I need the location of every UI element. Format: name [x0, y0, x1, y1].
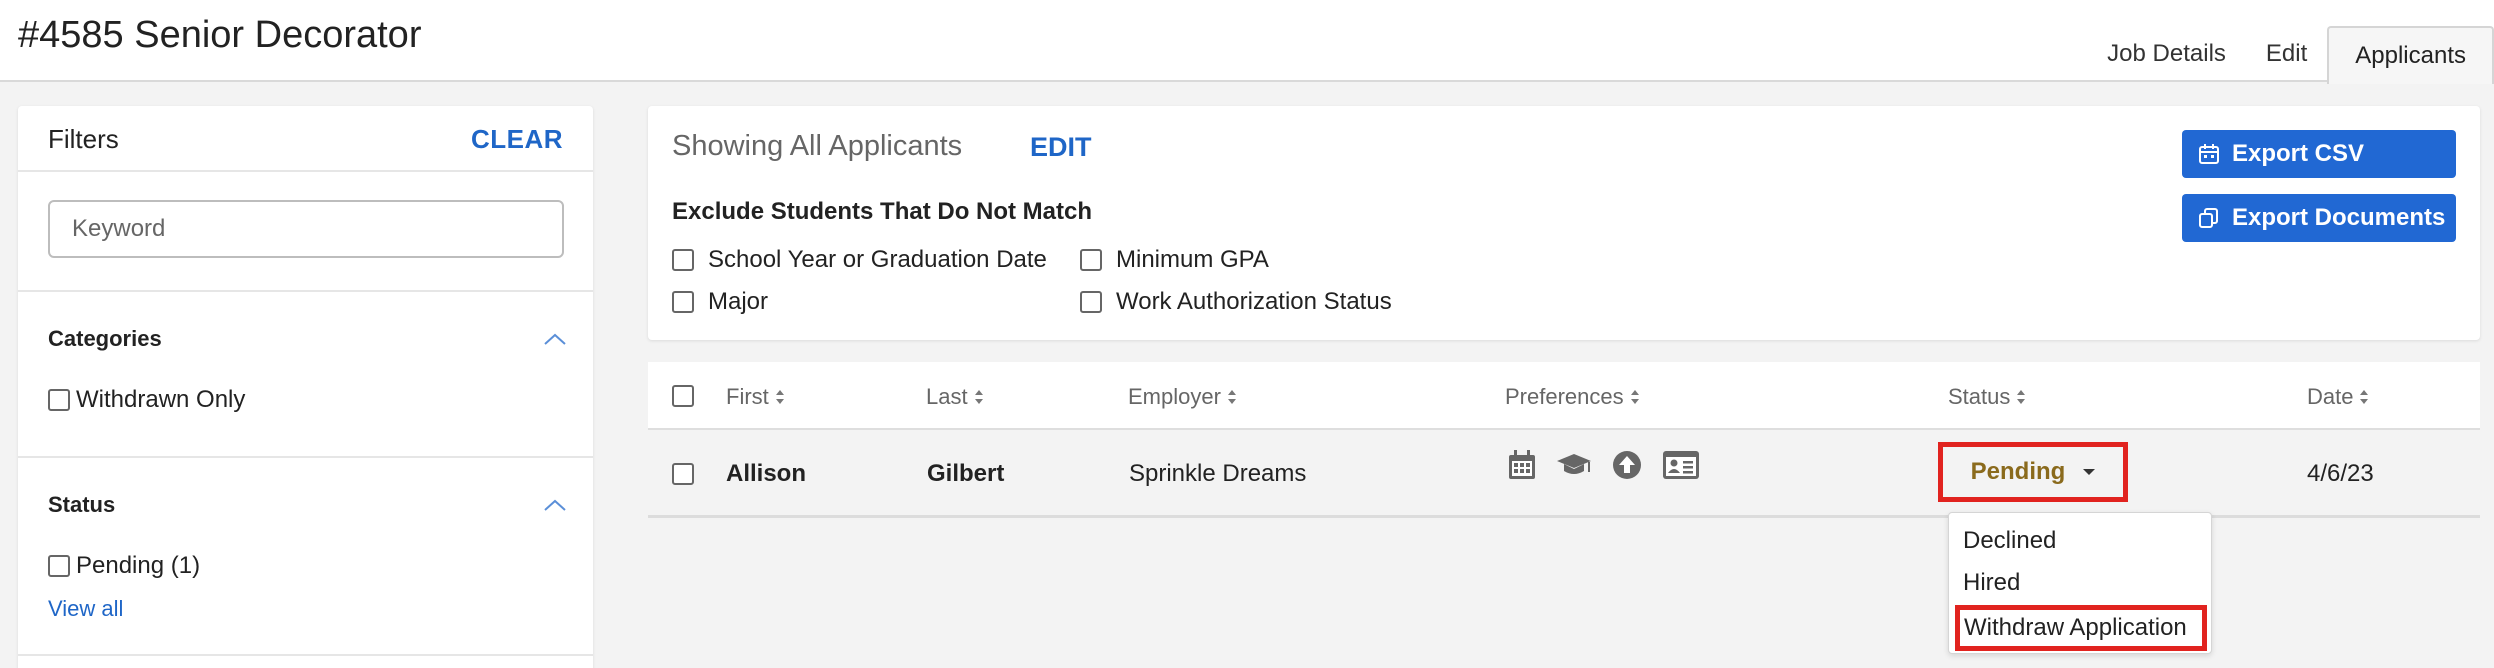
minimum-gpa-checkbox[interactable] — [1080, 249, 1102, 271]
view-all-link[interactable]: View all — [48, 596, 123, 622]
export-documents-label: Export Documents — [2232, 204, 2446, 231]
column-preferences[interactable]: Preferences — [1505, 384, 1640, 410]
showing-label: Showing All Applicants — [672, 130, 963, 162]
calendar-icon[interactable] — [1508, 450, 1536, 480]
tab-edit[interactable]: Edit — [2246, 26, 2327, 82]
export-csv-label: Export CSV — [2232, 140, 2365, 167]
school-year-checkbox[interactable] — [672, 249, 694, 271]
major-checkbox[interactable] — [672, 291, 694, 313]
school-year-option[interactable]: School Year or Graduation Date — [672, 246, 1047, 274]
status-option-hired[interactable]: Hired — [1963, 569, 2020, 597]
major-option[interactable]: Major — [672, 288, 768, 316]
date-cell: 4/6/23 — [2307, 460, 2374, 487]
tab-bar: Job Details Edit Applicants — [2087, 26, 2494, 84]
column-preferences-label: Preferences — [1505, 384, 1624, 409]
employer-cell: Sprinkle Dreams — [1129, 460, 1307, 487]
column-first[interactable]: First — [726, 384, 785, 410]
minimum-gpa-label: Minimum GPA — [1116, 246, 1269, 273]
table-row[interactable]: Allison Gilbert Sprinkle Dreams Pending … — [648, 430, 2480, 518]
select-all-checkbox[interactable] — [672, 385, 694, 407]
categories-section: Categories Withdrawn Only — [18, 292, 593, 458]
pending-checkbox[interactable] — [48, 555, 70, 577]
exclude-title: Exclude Students That Do Not Match — [672, 198, 1093, 225]
copy-documents-icon — [2199, 208, 2218, 228]
row-checkbox[interactable] — [672, 463, 694, 485]
graduation-cap-icon[interactable] — [1556, 452, 1592, 478]
withdrawn-only-checkbox[interactable] — [48, 389, 70, 411]
sort-icon — [1630, 389, 1640, 405]
tab-applicants[interactable]: Applicants — [2327, 26, 2494, 84]
status-option-declined[interactable]: Declined — [1963, 527, 2056, 555]
column-status-label: Status — [1948, 384, 2011, 409]
status-section: Status Pending (1) View all — [18, 458, 593, 656]
status-dropdown-menu: Declined Hired Withdraw Application — [1948, 512, 2212, 654]
filters-sidebar: Filters CLEAR Categories Withdrawn Only … — [18, 106, 593, 668]
caret-down-icon — [2083, 469, 2096, 475]
column-employer-label: Employer — [1128, 384, 1221, 409]
column-date-label: Date — [2307, 384, 2354, 409]
tab-job-details[interactable]: Job Details — [2087, 26, 2246, 82]
sort-icon — [1227, 389, 1237, 405]
upload-icon[interactable] — [1612, 450, 1642, 480]
sort-icon — [974, 389, 984, 405]
categories-title: Categories — [48, 326, 162, 351]
work-authorization-option[interactable]: Work Authorization Status — [1080, 288, 1392, 316]
preferences-cell — [1508, 450, 1700, 480]
id-card-icon[interactable] — [1662, 450, 1700, 480]
column-last-label: Last — [926, 384, 968, 409]
column-last[interactable]: Last — [926, 384, 984, 410]
chevron-up-icon[interactable] — [543, 498, 567, 512]
clear-filters-button[interactable]: CLEAR — [471, 124, 563, 155]
column-first-label: First — [726, 384, 769, 409]
page-title: #4585 Senior Decorator — [18, 14, 422, 56]
major-label: Major — [708, 288, 769, 315]
applicants-filter-panel: Showing All Applicants EDIT Exclude Stud… — [648, 106, 2480, 340]
chevron-up-icon[interactable] — [543, 332, 567, 346]
column-status[interactable]: Status — [1948, 384, 2026, 410]
pending-option[interactable]: Pending (1) — [48, 552, 200, 580]
work-authorization-checkbox[interactable] — [1080, 291, 1102, 313]
page-header: #4585 Senior Decorator Job Details Edit … — [0, 0, 2494, 84]
status-title: Status — [48, 492, 116, 517]
school-year-label: School Year or Graduation Date — [708, 246, 1047, 273]
filters-title: Filters — [48, 124, 119, 154]
first-name-cell[interactable]: Allison — [726, 460, 806, 488]
table-header: First Last Employer Preferences Status D… — [648, 362, 2480, 430]
withdrawn-only-label: Withdrawn Only — [76, 386, 246, 413]
minimum-gpa-option[interactable]: Minimum GPA — [1080, 246, 1269, 274]
column-employer[interactable]: Employer — [1128, 384, 1237, 410]
work-authorization-label: Work Authorization Status — [1116, 288, 1392, 315]
export-csv-button[interactable]: Export CSV — [2182, 130, 2456, 178]
pending-label: Pending (1) — [76, 552, 201, 579]
sort-icon — [775, 389, 785, 405]
withdrawn-only-option[interactable]: Withdrawn Only — [48, 386, 245, 414]
status-value: Pending — [1970, 458, 2066, 485]
sort-icon — [2359, 389, 2369, 405]
status-option-withdraw-application[interactable]: Withdraw Application — [1955, 605, 2207, 651]
last-name-cell[interactable]: Gilbert — [927, 460, 1004, 488]
status-dropdown-button[interactable]: Pending — [1938, 442, 2128, 502]
filters-header: Filters CLEAR — [18, 106, 593, 172]
column-date[interactable]: Date — [2307, 384, 2369, 410]
calendar-icon — [2199, 144, 2219, 164]
sort-icon — [2016, 389, 2026, 405]
export-documents-button[interactable]: Export Documents — [2182, 194, 2456, 242]
keyword-input[interactable] — [48, 200, 564, 258]
edit-filter-link[interactable]: EDIT — [1030, 132, 1092, 163]
